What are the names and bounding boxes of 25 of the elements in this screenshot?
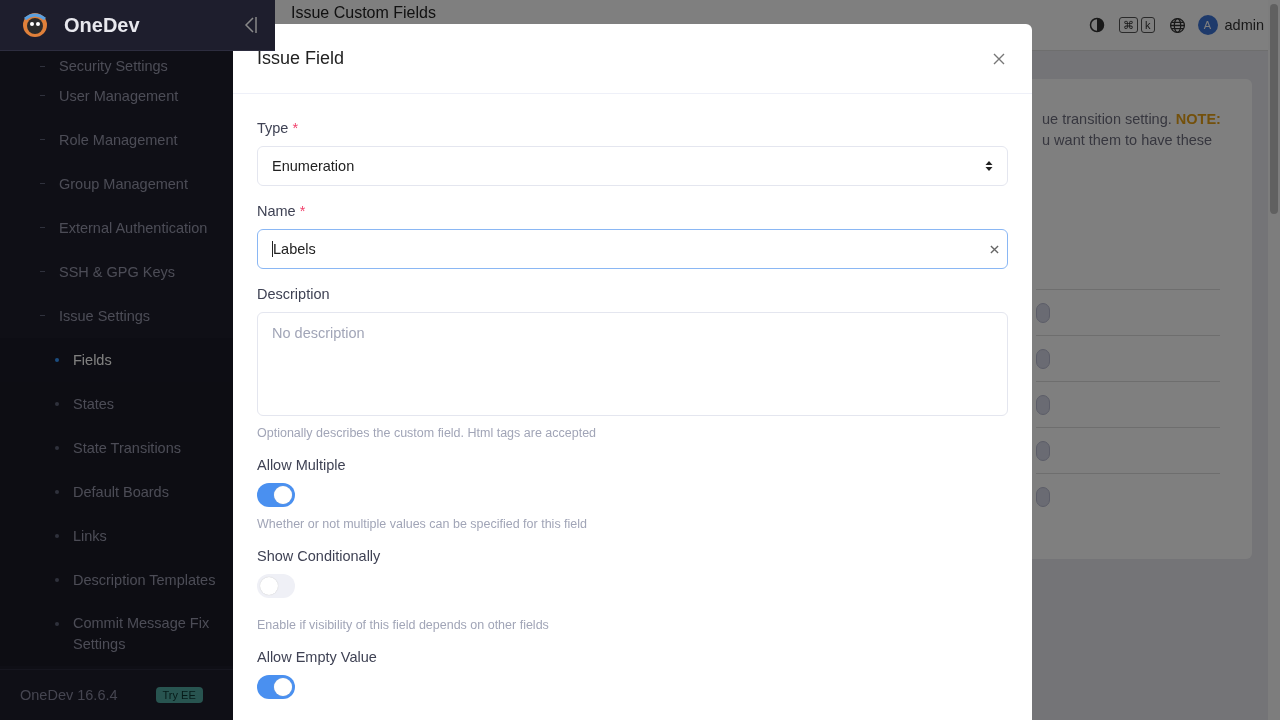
text-field[interactable]: Labels xyxy=(257,229,1008,269)
version-text: OneDev 16.6.4 xyxy=(20,687,118,703)
user-avatar[interactable]: A xyxy=(1197,15,1218,35)
required-mark: * xyxy=(292,120,299,136)
description-field[interactable]: No description xyxy=(257,312,1008,416)
user-name[interactable]: admin xyxy=(1224,17,1264,33)
sidebar-item[interactable]: User Management xyxy=(0,74,275,118)
card-text: ue transition setting. NOTE: xyxy=(1042,110,1220,129)
field-label: Show Conditionally xyxy=(257,548,381,564)
help-text: Optionally describes the custom field. Html tags are accepted xyxy=(257,426,598,440)
field-label: Name xyxy=(257,203,296,219)
sidebar-item[interactable]: Default Boards xyxy=(0,470,275,514)
field-label: Description xyxy=(257,286,330,302)
required-mark: * xyxy=(299,203,306,219)
select-field[interactable]: Enumeration xyxy=(257,146,1008,186)
dialog-title: Issue Field xyxy=(257,48,345,69)
field-label: Type xyxy=(257,120,289,136)
card-text: u want them to have these xyxy=(1042,131,1214,150)
field-label: Allow Multiple xyxy=(257,457,346,473)
shortcut-key: k xyxy=(1141,17,1155,33)
page-title: Issue Custom Fields xyxy=(291,3,436,22)
help-text: Whether or not multiple values can be specified for this field xyxy=(257,517,589,531)
field-label: Allow Empty Value xyxy=(257,649,377,665)
help-text: Enable if visibility of this field depends on other fields xyxy=(257,618,550,632)
shortcut-key: ⌘ xyxy=(1119,17,1138,33)
